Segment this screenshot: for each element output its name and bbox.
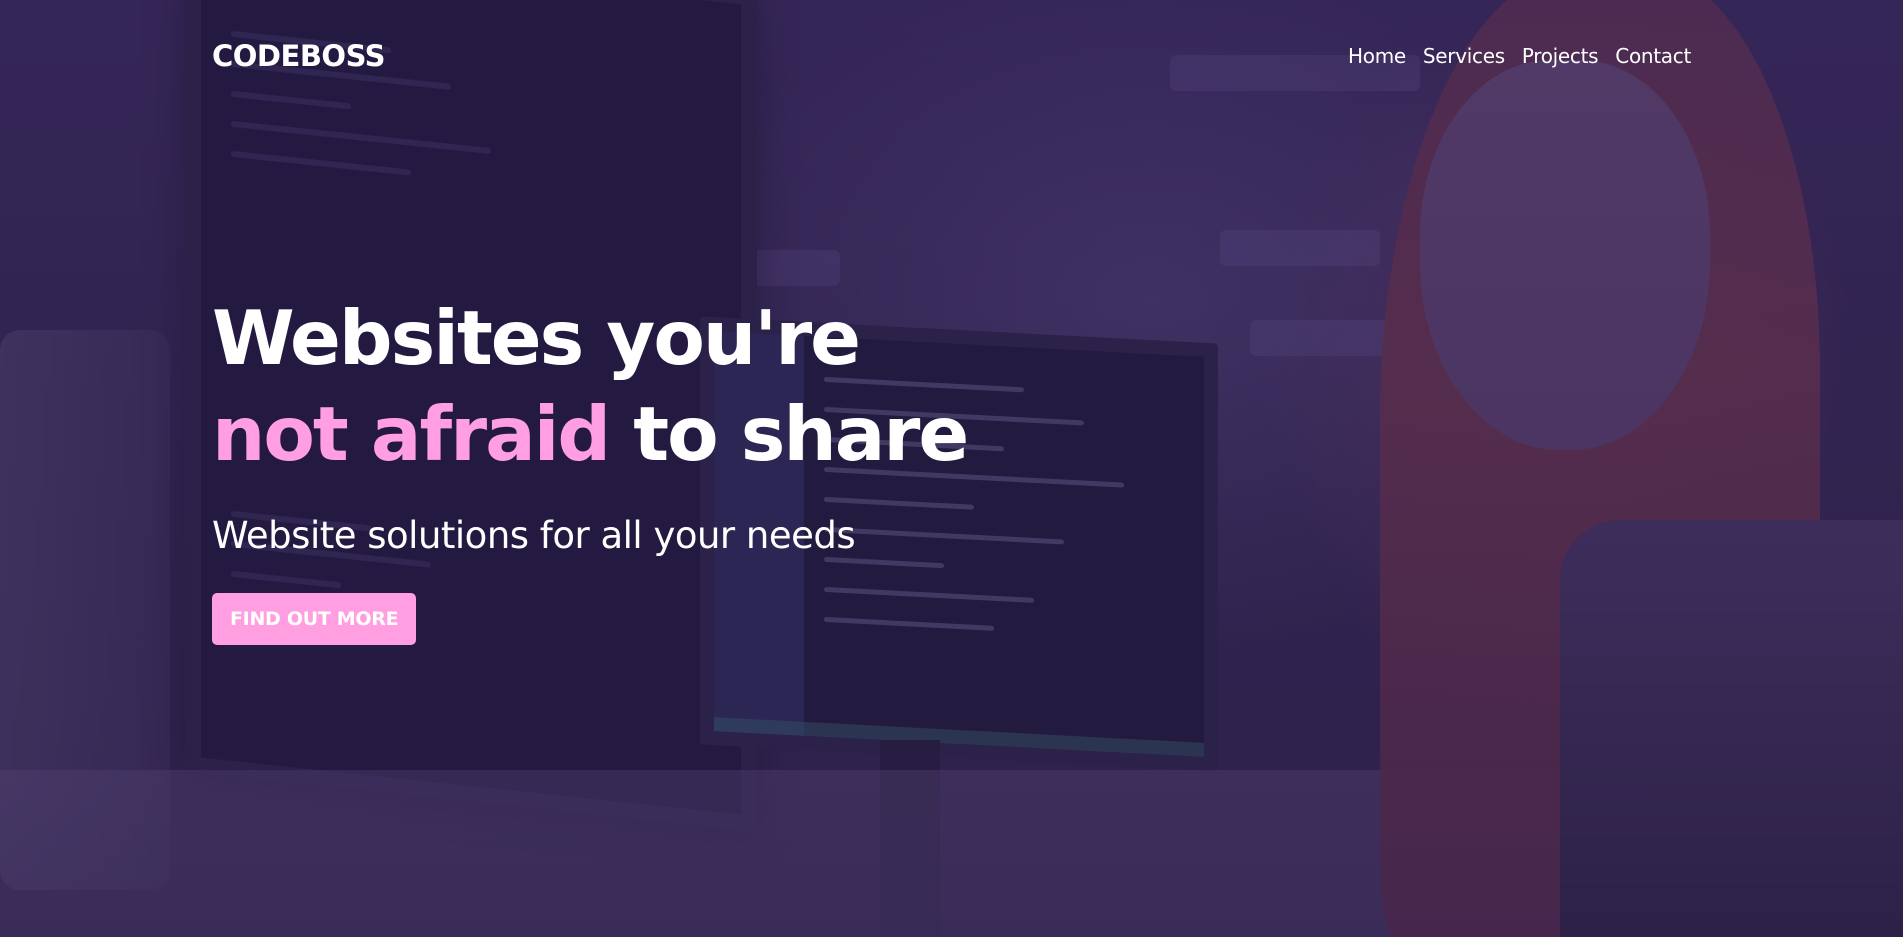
nav-link-contact[interactable]: Contact [1615,44,1691,68]
hero-headline: Websites you're not afraid to share [212,290,969,482]
nav-links: Home Services Projects Contact [1331,44,1691,68]
headline-accent: not afraid [212,390,611,478]
headline-line-1: Websites you're [212,294,861,382]
nav-link-home[interactable]: Home [1348,44,1406,68]
hero-subheadline: Website solutions for all your needs [212,514,856,557]
nav-link-services[interactable]: Services [1423,44,1505,68]
brand-logo[interactable]: CODEBOSS [212,39,386,73]
nav-link-projects[interactable]: Projects [1522,44,1599,68]
hero-section: CODEBOSS Home Services Projects Contact … [0,0,1903,937]
find-out-more-button[interactable]: FIND OUT MORE [212,593,417,645]
headline-rest: to share [609,390,969,478]
top-navbar: CODEBOSS Home Services Projects Contact [212,36,1691,76]
hero-content: Websites you're not afraid to share Webs… [212,290,969,645]
